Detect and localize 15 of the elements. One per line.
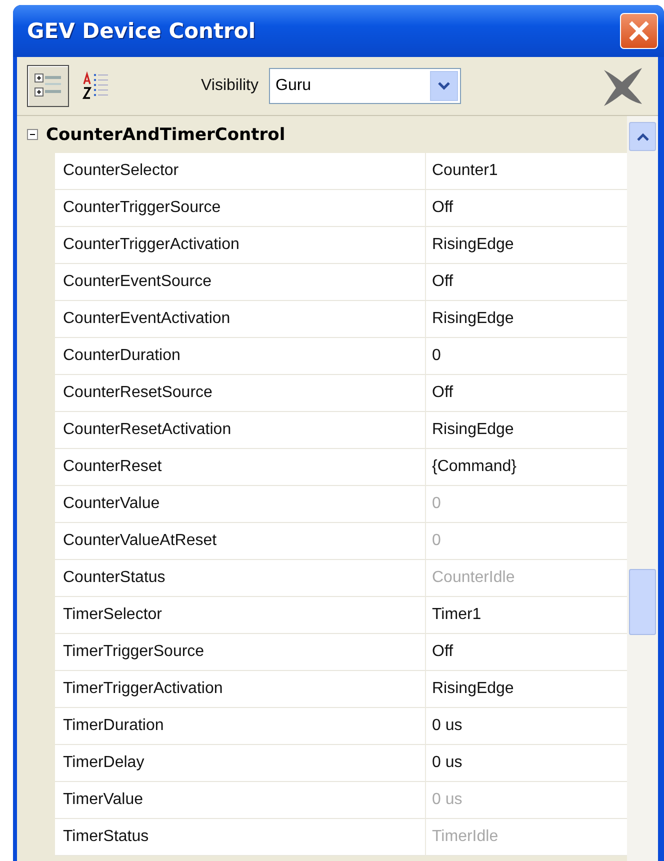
- scroll-up-button[interactable]: [629, 122, 656, 151]
- chevron-up-icon: [636, 132, 648, 140]
- sort-az-icon: [81, 71, 111, 101]
- view-button[interactable]: [27, 65, 69, 107]
- chevron-down-icon: [436, 81, 450, 91]
- window-title: GEV Device Control: [27, 19, 256, 43]
- visibility-label: Visibility: [201, 77, 258, 95]
- scroll-thumb[interactable]: [629, 569, 656, 635]
- dropdown-button[interactable]: [430, 71, 458, 101]
- category-title: CounterAndTimerControl: [46, 124, 286, 144]
- collapse-icon[interactable]: [27, 129, 38, 140]
- visibility-dropdown[interactable]: Guru: [268, 68, 460, 104]
- property-name[interactable]: TimerStatus: [55, 819, 425, 856]
- scrollbar[interactable]: [627, 116, 658, 861]
- close-button[interactable]: [620, 13, 658, 49]
